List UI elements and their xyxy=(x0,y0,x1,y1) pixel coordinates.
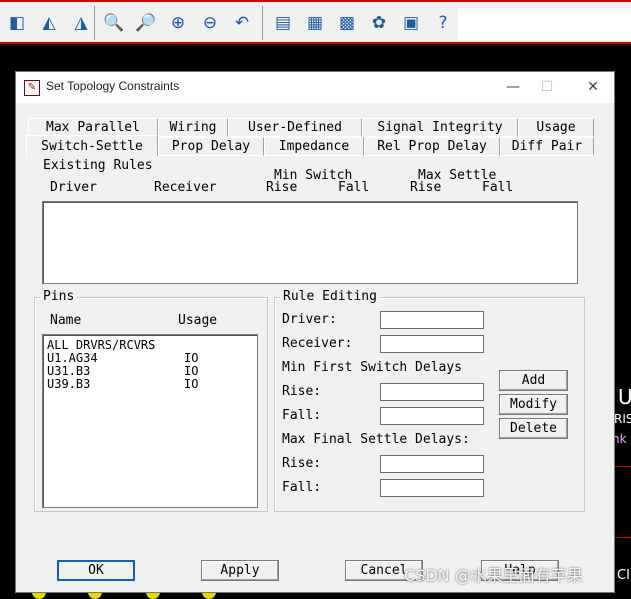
max-fall-label: Fall: xyxy=(282,480,322,495)
tab-usage[interactable]: Usage xyxy=(518,118,594,137)
zoom-in-icon[interactable]: ⊕ xyxy=(165,10,191,36)
tab-signal-integrity[interactable]: Signal Integrity xyxy=(362,118,518,137)
pins-col-usage: Usage xyxy=(178,313,218,328)
max-rise-field[interactable] xyxy=(380,455,484,473)
col-max-fall-header: Fall xyxy=(482,180,514,195)
tab-prop-delay[interactable]: Prop Delay xyxy=(158,137,264,156)
tab-diff-pair[interactable]: Diff Pair xyxy=(500,137,594,156)
col-max-rise-header: Rise xyxy=(410,180,442,195)
maximize-icon[interactable]: ☐ xyxy=(536,76,558,98)
pin-row-name[interactable]: U39.B3 xyxy=(47,377,90,391)
canvas-text-ris: RIS xyxy=(614,412,631,426)
toolbar-separator xyxy=(262,6,263,40)
net-icon[interactable]: ✿ xyxy=(366,10,392,36)
modify-button[interactable]: Modify xyxy=(499,394,568,415)
canvas-text-u: U xyxy=(618,385,631,409)
close-icon[interactable]: ✕ xyxy=(582,76,604,98)
pin-row-name[interactable]: U1.AG34 xyxy=(47,351,98,365)
col-min-rise-header: Rise xyxy=(266,180,298,195)
zoom-window-icon[interactable]: 🔍 xyxy=(101,10,127,36)
dialog-titlebar[interactable]: ✎ Set Topology Constraints — ☐ ✕ xyxy=(16,72,614,103)
col-min-fall-header: Fall xyxy=(338,180,370,195)
pin-row-usage: IO xyxy=(184,364,199,378)
receiver-field[interactable] xyxy=(380,335,484,353)
toolbar-separator xyxy=(94,6,95,40)
watermark: CSDN @水果里面有苹果 xyxy=(404,566,583,585)
min-fall-field[interactable] xyxy=(380,407,484,425)
pin-row-usage: IO xyxy=(184,351,199,365)
max-fall-field[interactable] xyxy=(380,479,484,497)
ok-button[interactable]: OK xyxy=(57,560,135,581)
zoom-out-icon[interactable]: ⊖ xyxy=(197,10,223,36)
existing-rules-list[interactable] xyxy=(42,201,578,284)
receiver-label: Receiver: xyxy=(282,336,353,351)
canvas-red-outline xyxy=(614,466,631,538)
zoom-out-region-icon[interactable]: ◮ xyxy=(68,10,94,36)
tab-switch-settle[interactable]: Switch-Settle xyxy=(26,135,158,156)
min-rise-label: Rise: xyxy=(282,384,322,399)
pins-list[interactable]: ALL DRVRS/RCVRS U1.AG34 IO U31.B3 IO U39… xyxy=(42,334,258,508)
existing-rules-title: Existing Rules xyxy=(43,158,153,173)
zoom-select-icon[interactable]: 🔎 xyxy=(133,10,159,36)
signal-icon[interactable]: ▩ xyxy=(334,10,360,36)
pin-row-name[interactable]: U31.B3 xyxy=(47,364,90,378)
report-icon[interactable]: ▤ xyxy=(270,10,296,36)
max-rise-label: Rise: xyxy=(282,456,322,471)
toolbar-group-1: ◧ ◭ ◮ xyxy=(0,5,94,41)
tab-impedance[interactable]: Impedance xyxy=(264,137,364,156)
tab-user-defined[interactable]: User-Defined xyxy=(228,118,362,137)
apply-button[interactable]: Apply xyxy=(201,560,279,581)
zoom-previous-icon[interactable]: ↶ xyxy=(229,10,255,36)
col-receiver-header: Receiver xyxy=(154,180,217,195)
col-driver-header: Driver xyxy=(50,180,97,195)
dialog-title: Set Topology Constraints xyxy=(46,79,180,93)
driver-field[interactable] xyxy=(380,311,484,329)
pins-col-name: Name xyxy=(50,313,82,328)
driver-label: Driver: xyxy=(282,312,337,327)
max-final-settle-label: Max Final Settle Delays: xyxy=(282,432,470,447)
min-first-switch-label: Min First Switch Delays xyxy=(282,360,463,375)
minimize-icon[interactable]: — xyxy=(502,76,524,98)
min-rise-field[interactable] xyxy=(380,383,484,401)
tab-wiring[interactable]: Wiring xyxy=(158,118,228,137)
toolbar-blank-area xyxy=(458,8,631,40)
toolbar-group-2: 🔍 🔎 ⊕ ⊖ ↶ xyxy=(97,5,255,41)
zoom-region-icon[interactable]: ◭ xyxy=(36,10,62,36)
add-button[interactable]: Add xyxy=(499,370,568,391)
delete-button[interactable]: Delete xyxy=(499,418,568,439)
canvas-text-ci: CI xyxy=(617,568,630,583)
page-edge-icon[interactable]: ◧ xyxy=(4,10,30,36)
rule-editing-title: Rule Editing xyxy=(280,289,380,304)
set-topology-constraints-dialog: ✎ Set Topology Constraints — ☐ ✕ Max Par… xyxy=(15,71,615,593)
sheet-icon[interactable]: ▦ xyxy=(302,10,328,36)
help-icon[interactable]: ? xyxy=(430,10,456,36)
database-icon[interactable]: ▣ xyxy=(398,10,424,36)
min-fall-label: Fall: xyxy=(282,408,322,423)
app-toolbar: ◧ ◭ ◮ 🔍 🔎 ⊕ ⊖ ↶ ▤ ▦ ▩ ✿ ▣ ? xyxy=(0,0,631,44)
tab-rel-prop-delay[interactable]: Rel Prop Delay xyxy=(364,137,500,156)
toolbar-group-3: ▤ ▦ ▩ ✿ ▣ ? xyxy=(266,5,456,41)
pin-row-usage: IO xyxy=(184,377,199,391)
pin-row-name[interactable]: ALL DRVRS/RCVRS xyxy=(47,338,155,352)
pins-title: Pins xyxy=(40,289,78,304)
app-icon: ✎ xyxy=(24,80,40,96)
